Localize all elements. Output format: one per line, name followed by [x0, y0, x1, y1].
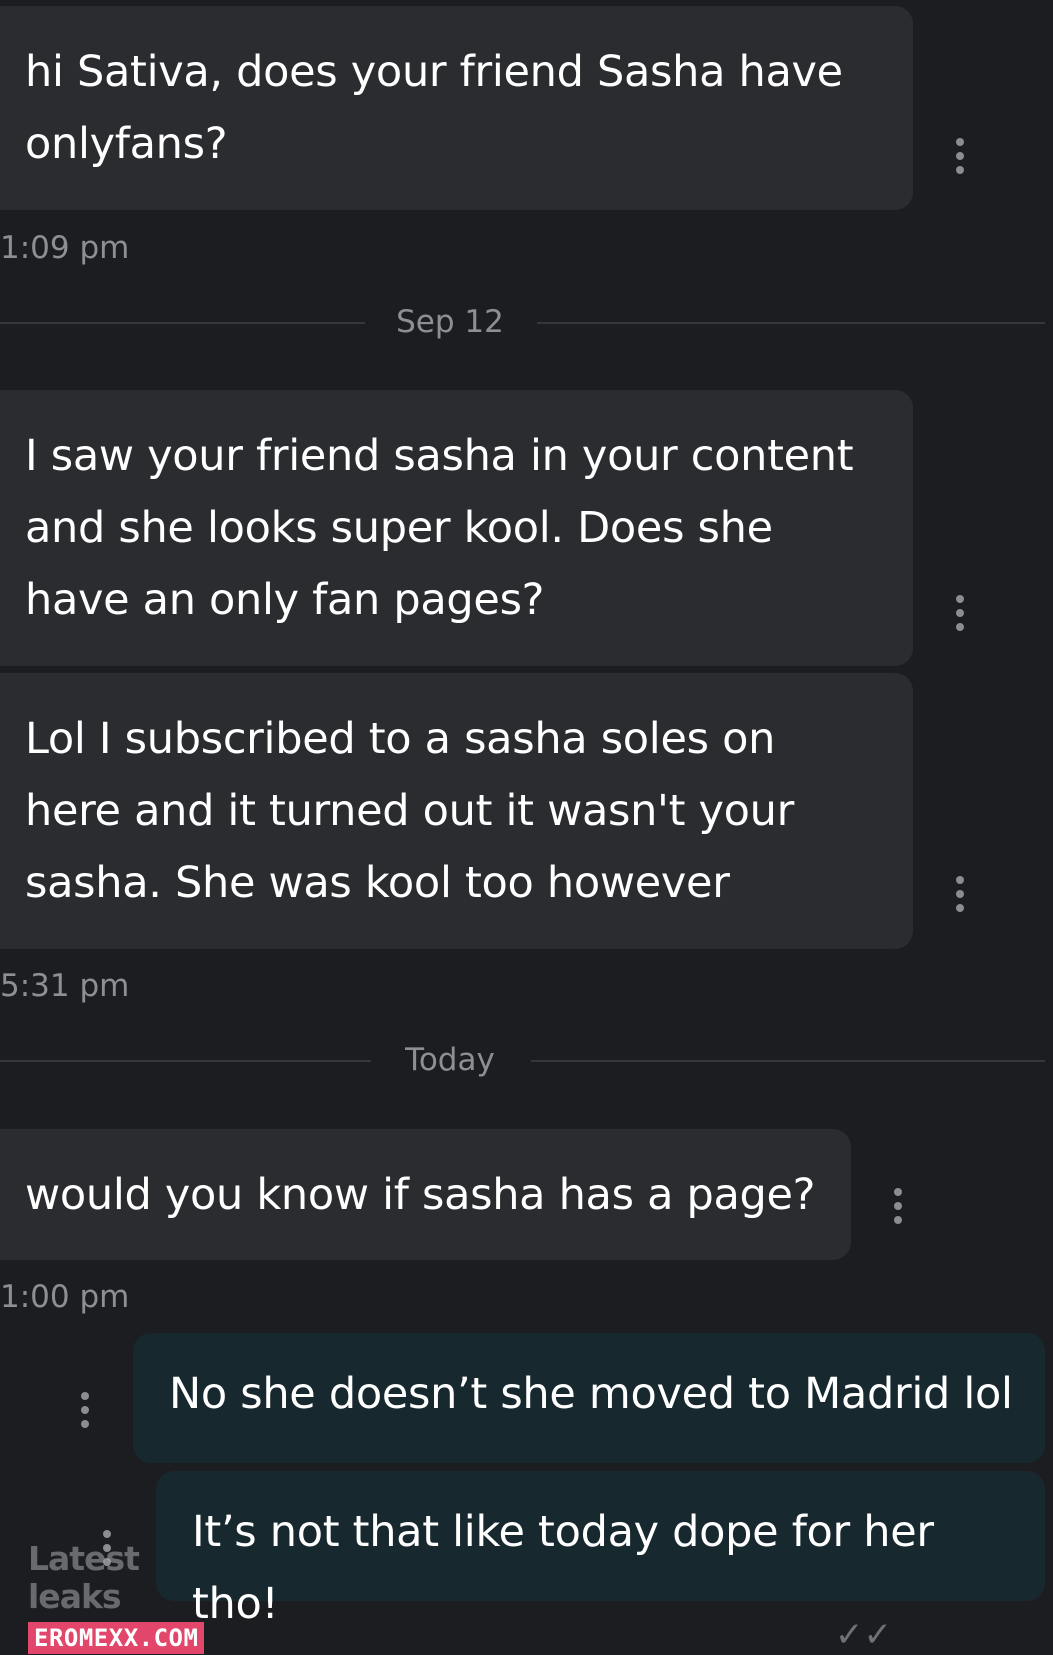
more-vertical-icon[interactable]	[893, 1188, 903, 1224]
outgoing-message[interactable]: It’s not that like today dope for her th…	[156, 1471, 1045, 1629]
incoming-message[interactable]: would you know if sasha has a page?	[0, 1129, 851, 1260]
message-timestamp: 5:31 pm	[0, 968, 130, 1004]
more-vertical-icon[interactable]	[955, 595, 965, 631]
date-divider: Sep 12	[0, 302, 1053, 342]
incoming-message[interactable]: I saw your friend sasha in your content …	[0, 390, 913, 666]
date-divider: Today	[0, 1040, 1053, 1080]
message-text: I saw your friend sasha in your content …	[25, 431, 854, 625]
incoming-message[interactable]: hi Sativa, does your friend Sasha have o…	[0, 6, 913, 210]
message-text: No she doesn’t she moved to Madrid lol	[169, 1369, 1013, 1419]
more-vertical-icon[interactable]	[80, 1392, 90, 1428]
double-check-icon: ✓✓	[835, 1615, 892, 1655]
watermark-title: Latest leaks	[28, 1539, 140, 1616]
incoming-message[interactable]: Lol I subscribed to a sasha soles on her…	[0, 673, 913, 949]
more-vertical-icon[interactable]	[955, 138, 965, 174]
message-text: would you know if sasha has a page?	[25, 1170, 816, 1220]
message-timestamp: 1:09 pm	[0, 230, 130, 266]
watermark: Latest leaks EROMEXX.COM	[28, 1540, 218, 1654]
message-text: Lol I subscribed to a sasha soles on her…	[25, 714, 794, 908]
watermark-badge: EROMEXX.COM	[28, 1622, 205, 1654]
outgoing-message[interactable]: No she doesn’t she moved to Madrid lol	[133, 1333, 1045, 1463]
more-vertical-icon[interactable]	[955, 876, 965, 912]
message-text: hi Sativa, does your friend Sasha have o…	[25, 47, 843, 169]
message-timestamp: 1:00 pm	[0, 1279, 130, 1315]
